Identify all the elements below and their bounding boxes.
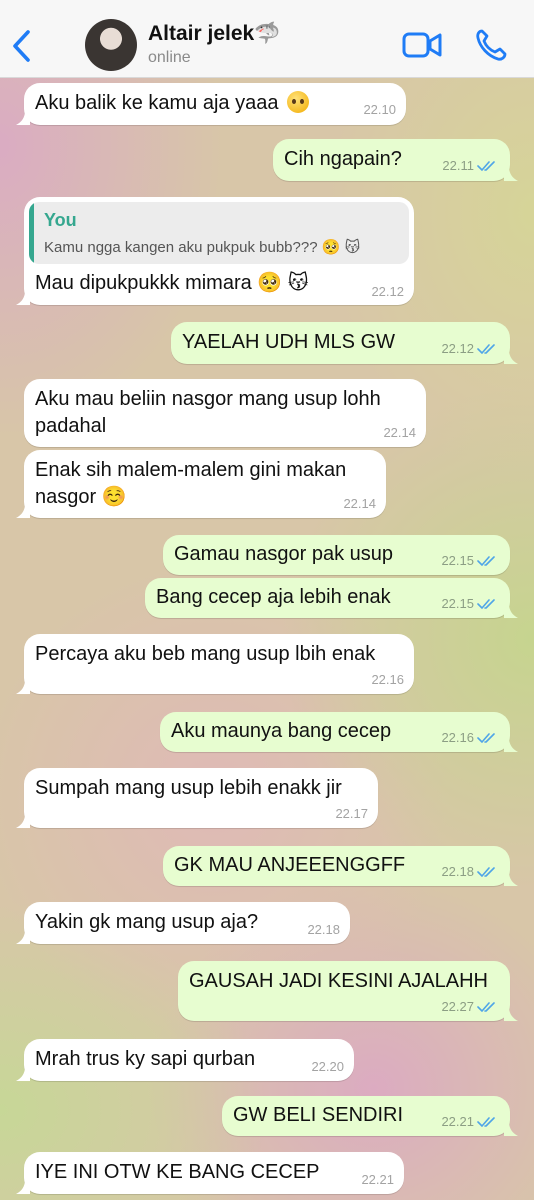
message-time: 22.18 [307, 922, 340, 937]
double-check-icon [477, 1002, 495, 1012]
message-incoming[interactable]: IYE INI OTW KE BANG CECEP 22.21 [24, 1152, 404, 1194]
message-time: 22.15 [441, 596, 474, 611]
message-time: 22.12 [441, 341, 474, 356]
quote-author: You [44, 210, 77, 230]
message-text: GW BELI SENDIRI [233, 1104, 404, 1126]
message-text: Mrah trus ky sapi qurban [35, 1048, 256, 1070]
message-time: 22.14 [383, 425, 416, 440]
message-outgoing[interactable]: GK MAU ANJEEENGGFF 22.18 [163, 846, 510, 886]
message-incoming[interactable]: Mrah trus ky sapi qurban 22.20 [24, 1039, 354, 1081]
message-time: 22.16 [371, 672, 404, 687]
quote-text-content: Kamu ngga kangen aku pukpuk bubb??? 🥺 😽 [44, 239, 361, 256]
message-text: Sumpah mang usup lebih enakk jir [35, 777, 342, 799]
message-time: 22.18 [441, 864, 474, 879]
message-text: GK MAU ANJEEENGGFF [174, 854, 406, 876]
pleading-face-emoji [287, 91, 310, 113]
message-time: 22.11 [442, 158, 474, 173]
message-outgoing[interactable]: Gamau nasgor pak usup 22.15 [163, 535, 510, 575]
bubble-tail [504, 350, 518, 364]
double-check-icon [477, 344, 495, 354]
message-text: Cih ngapain? [284, 148, 402, 170]
message-outgoing[interactable]: Aku maunya bang cecep 22.16 [160, 712, 510, 752]
message-incoming[interactable]: Aku mau beliin nasgor mang usup lohh pad… [24, 379, 426, 447]
message-incoming[interactable]: Enak sih malem-malem gini makan nasgor ☺… [24, 450, 386, 518]
contact-name-text: Altair jelek [148, 22, 255, 45]
message-time: 22.15 [441, 553, 474, 568]
message-incoming[interactable]: Yakin gk mang usup aja? 22.18 [24, 902, 350, 944]
message-time: 22.27 [441, 999, 474, 1014]
message-time: 22.20 [311, 1059, 344, 1074]
phone-icon [476, 29, 507, 61]
voice-call-button[interactable] [474, 28, 508, 62]
message-text: GAUSAH JADI KESINI AJALAHH [189, 970, 488, 992]
bubble-tail [504, 872, 518, 886]
message-incoming[interactable]: Sumpah mang usup lebih enakk jir 22.17 [24, 768, 378, 828]
double-check-icon [477, 556, 495, 566]
message-time: 22.21 [361, 1172, 394, 1187]
message-time: 22.12 [371, 284, 404, 299]
bubble-tail [504, 738, 518, 752]
message-text: Mau dipukpukkk mimara 🥺 😽 [35, 272, 309, 294]
message-incoming-reply[interactable]: You Kamu ngga kangen aku pukpuk bubb??? … [24, 197, 414, 305]
double-check-icon [477, 733, 495, 743]
chat-header: Altair jelek🦈 online [0, 0, 534, 78]
message-text: Aku balik ke kamu aja yaaa [35, 92, 279, 114]
message-outgoing[interactable]: GW BELI SENDIRI 22.21 [222, 1096, 510, 1136]
chevron-left-icon [13, 30, 30, 62]
message-text: Aku maunya bang cecep [171, 720, 392, 742]
video-call-button[interactable] [402, 30, 442, 60]
quote-bar [29, 202, 34, 264]
bubble-tail [16, 504, 30, 518]
bubble-tail [16, 111, 30, 125]
message-text: Gamau nasgor pak usup [174, 543, 394, 565]
message-outgoing[interactable]: GAUSAH JADI KESINI AJALAHH 22.27 [178, 961, 510, 1021]
message-outgoing[interactable]: Bang cecep aja lebih enak 22.15 [145, 578, 510, 618]
bubble-tail [504, 1122, 518, 1136]
message-outgoing[interactable]: YAELAH UDH MLS GW 22.12 [171, 322, 510, 364]
message-time: 22.21 [441, 1114, 474, 1129]
double-check-icon [477, 599, 495, 609]
message-incoming[interactable]: Percaya aku beb mang usup lbih enak 22.1… [24, 634, 414, 694]
message-time: 22.10 [363, 102, 396, 117]
bubble-tail [504, 604, 518, 618]
message-text: Percaya aku beb mang usup lbih enak [35, 643, 376, 665]
video-camera-icon [402, 32, 442, 58]
quoted-reply[interactable]: You Kamu ngga kangen aku pukpuk bubb??? … [29, 202, 409, 264]
message-text: YAELAH UDH MLS GW [182, 331, 395, 353]
contact-name[interactable]: Altair jelek🦈 [148, 22, 280, 46]
message-text: IYE INI OTW KE BANG CECEP [35, 1161, 320, 1183]
bubble-tail [16, 680, 30, 694]
message-outgoing[interactable]: Cih ngapain? 22.11 [273, 139, 510, 181]
double-check-icon [477, 867, 495, 877]
bubble-tail [16, 930, 30, 944]
bubble-tail [16, 1180, 30, 1194]
shark-emoji: 🦈 [254, 22, 281, 45]
message-time: 22.17 [335, 806, 368, 821]
message-text: nasgor ☺️ [35, 486, 127, 508]
message-time: 22.14 [343, 496, 376, 511]
quote-text: Kamu ngga kangen aku pukpuk bubb??? 🥺 😽 [44, 238, 360, 256]
contact-status: online [148, 49, 191, 66]
bubble-tail [504, 167, 518, 181]
message-incoming[interactable]: Aku balik ke kamu aja yaaa 22.10 [24, 83, 406, 125]
bubble-tail [16, 291, 30, 305]
bubble-tail [16, 814, 30, 828]
message-time: 22.16 [441, 730, 474, 745]
message-text: padahal [35, 415, 107, 437]
double-check-icon [477, 161, 495, 171]
avatar[interactable] [85, 19, 137, 71]
bubble-tail [504, 1007, 518, 1021]
message-text: Bang cecep aja lebih enak [156, 586, 391, 608]
message-text: Yakin gk mang usup aja? [35, 911, 259, 933]
double-check-icon [477, 1117, 495, 1127]
back-button[interactable] [6, 26, 38, 66]
bubble-tail [16, 1067, 30, 1081]
